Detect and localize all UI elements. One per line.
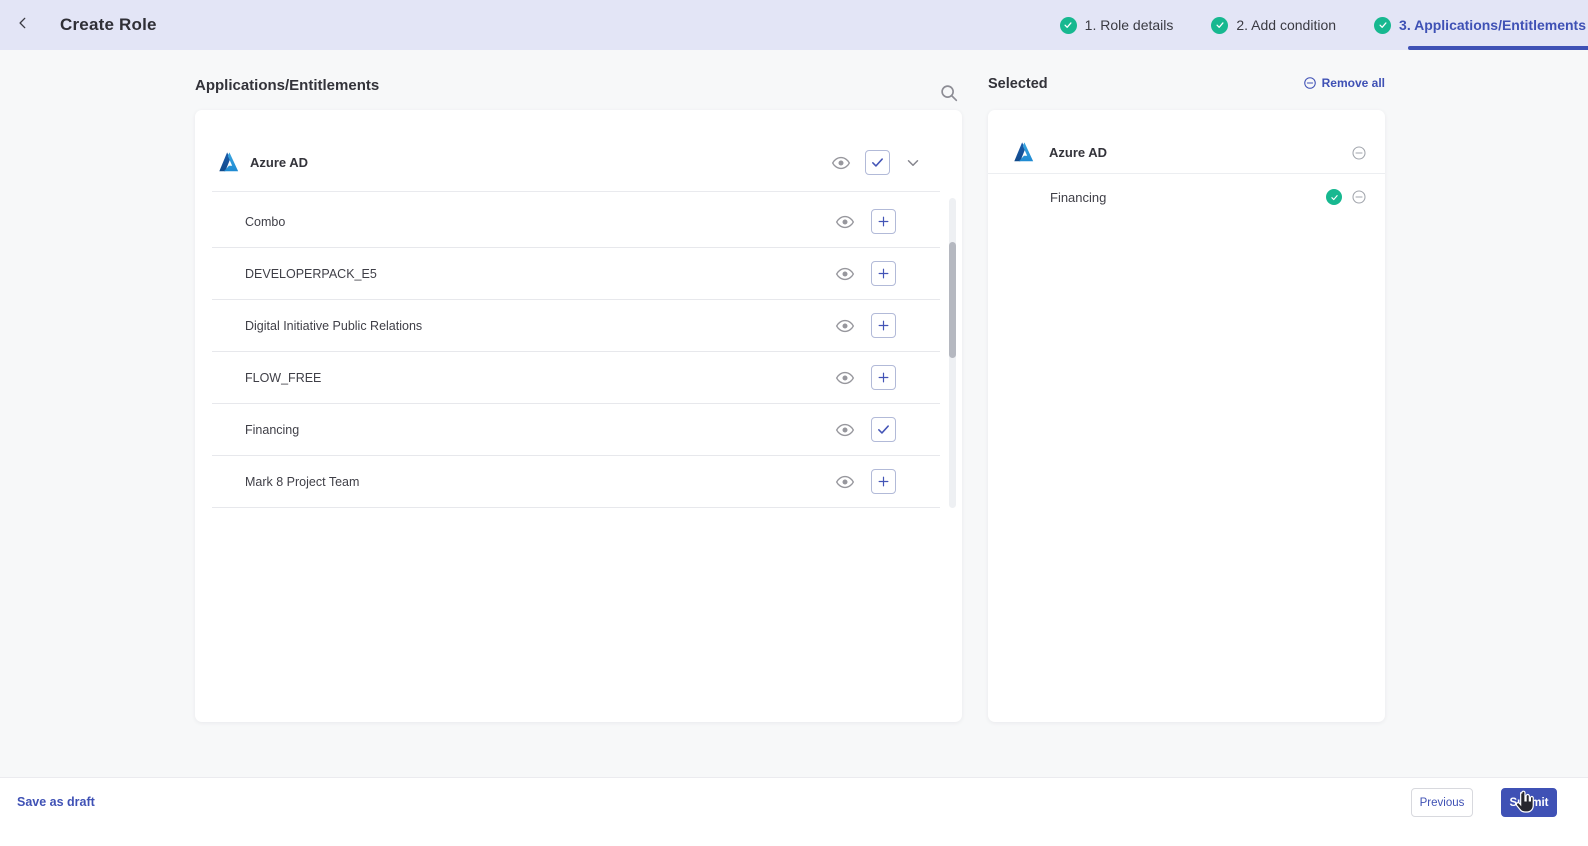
remove-group-icon[interactable] [1351,145,1367,161]
add-entitlement-button[interactable] [871,209,896,234]
step-label: 1. Role details [1084,17,1174,33]
selected-card: Azure AD Financing [988,110,1385,722]
top-bar: Create Role 1. Role details 2. Add condi… [0,0,1588,50]
page-title: Create Role [60,15,157,34]
entitlement-name: Combo [245,214,286,229]
chevron-left-icon [16,16,30,35]
entitlement-list: Combo DEVELOPERPACK_E5 Digital Initiativ… [212,196,940,508]
applications-panel-title: Applications/Entitlements [195,77,380,94]
eye-icon[interactable] [835,420,855,440]
minus-circle-icon [1303,76,1317,90]
wizard-steps: 1. Role details 2. Add condition 3. Appl… [1059,0,1588,50]
step-label: 3. Applications/Entitlements [1399,17,1586,33]
previous-button[interactable]: Previous [1411,788,1473,817]
remove-all-label: Remove all [1321,76,1385,90]
entitlement-name: Digital Initiative Public Relations [245,318,423,333]
entitlement-row[interactable]: FLOW_FREE [212,352,940,404]
step-add-condition[interactable]: 2. Add condition [1211,0,1336,50]
applications-card: Azure AD Combo DEVELOPERPACK_E5 Digital … [195,110,962,722]
check-circle-icon [1059,16,1077,34]
remove-all-button[interactable]: Remove all [1303,76,1385,90]
footer-bar: Save as draft Previous Submit [0,777,1588,846]
entitlement-row[interactable]: DEVELOPERPACK_E5 [212,248,940,300]
step-applications-entitlements[interactable]: 3. Applications/Entitlements [1374,0,1588,50]
selected-group-row-azure-ad: Azure AD [988,132,1385,174]
selected-entitlement-name: Financing [1050,189,1107,205]
create-role-page: { "header": { "title": "Create Role", "s… [0,0,1588,846]
step-label: 2. Add condition [1236,17,1337,33]
submit-button[interactable]: Submit [1501,788,1557,817]
remove-entitlement-icon[interactable] [1351,189,1367,205]
eye-icon[interactable] [831,153,851,173]
check-circle-icon [1211,16,1229,34]
entitlement-row[interactable]: Mark 8 Project Team [212,456,940,508]
step-role-details[interactable]: 1. Role details [1059,0,1174,50]
check-circle-icon [1374,16,1392,34]
entitlement-row[interactable]: Combo [212,196,940,248]
entitlement-checkbox-checked[interactable] [871,417,896,442]
add-entitlement-button[interactable] [871,313,896,338]
save-as-draft-link[interactable]: Save as draft [17,788,95,817]
entitlement-name: FLOW_FREE [245,370,322,385]
app-group-name: Azure AD [250,155,309,170]
active-step-underline [1408,46,1588,50]
add-entitlement-button[interactable] [871,261,896,286]
eye-icon[interactable] [835,264,855,284]
selected-entitlement-row: Financing [988,174,1385,220]
eye-icon[interactable] [835,368,855,388]
confirmed-check-icon [1326,189,1342,205]
search-icon[interactable] [938,82,962,106]
entitlement-row[interactable]: Digital Initiative Public Relations [212,300,940,352]
selected-panel-title: Selected [988,76,1048,92]
scrollbar[interactable] [949,198,956,508]
eye-icon[interactable] [835,316,855,336]
add-entitlement-button[interactable] [871,469,896,494]
eye-icon[interactable] [835,472,855,492]
add-entitlement-button[interactable] [871,365,896,390]
entitlement-name: DEVELOPERPACK_E5 [245,266,377,281]
selected-group-name: Azure AD [1049,145,1108,160]
entitlement-name: Financing [245,422,300,437]
azure-ad-logo-icon [1014,142,1034,162]
back-button[interactable] [0,0,46,50]
scrollbar-thumb[interactable] [949,242,956,358]
entitlement-name: Mark 8 Project Team [245,474,360,489]
entitlement-row-selected[interactable]: Financing [212,404,940,456]
azure-ad-logo-icon [219,152,239,172]
eye-icon[interactable] [835,212,855,232]
chevron-down-icon[interactable] [904,154,922,172]
group-checkbox-checked[interactable] [865,150,890,175]
app-group-row-azure-ad[interactable]: Azure AD [212,134,940,192]
